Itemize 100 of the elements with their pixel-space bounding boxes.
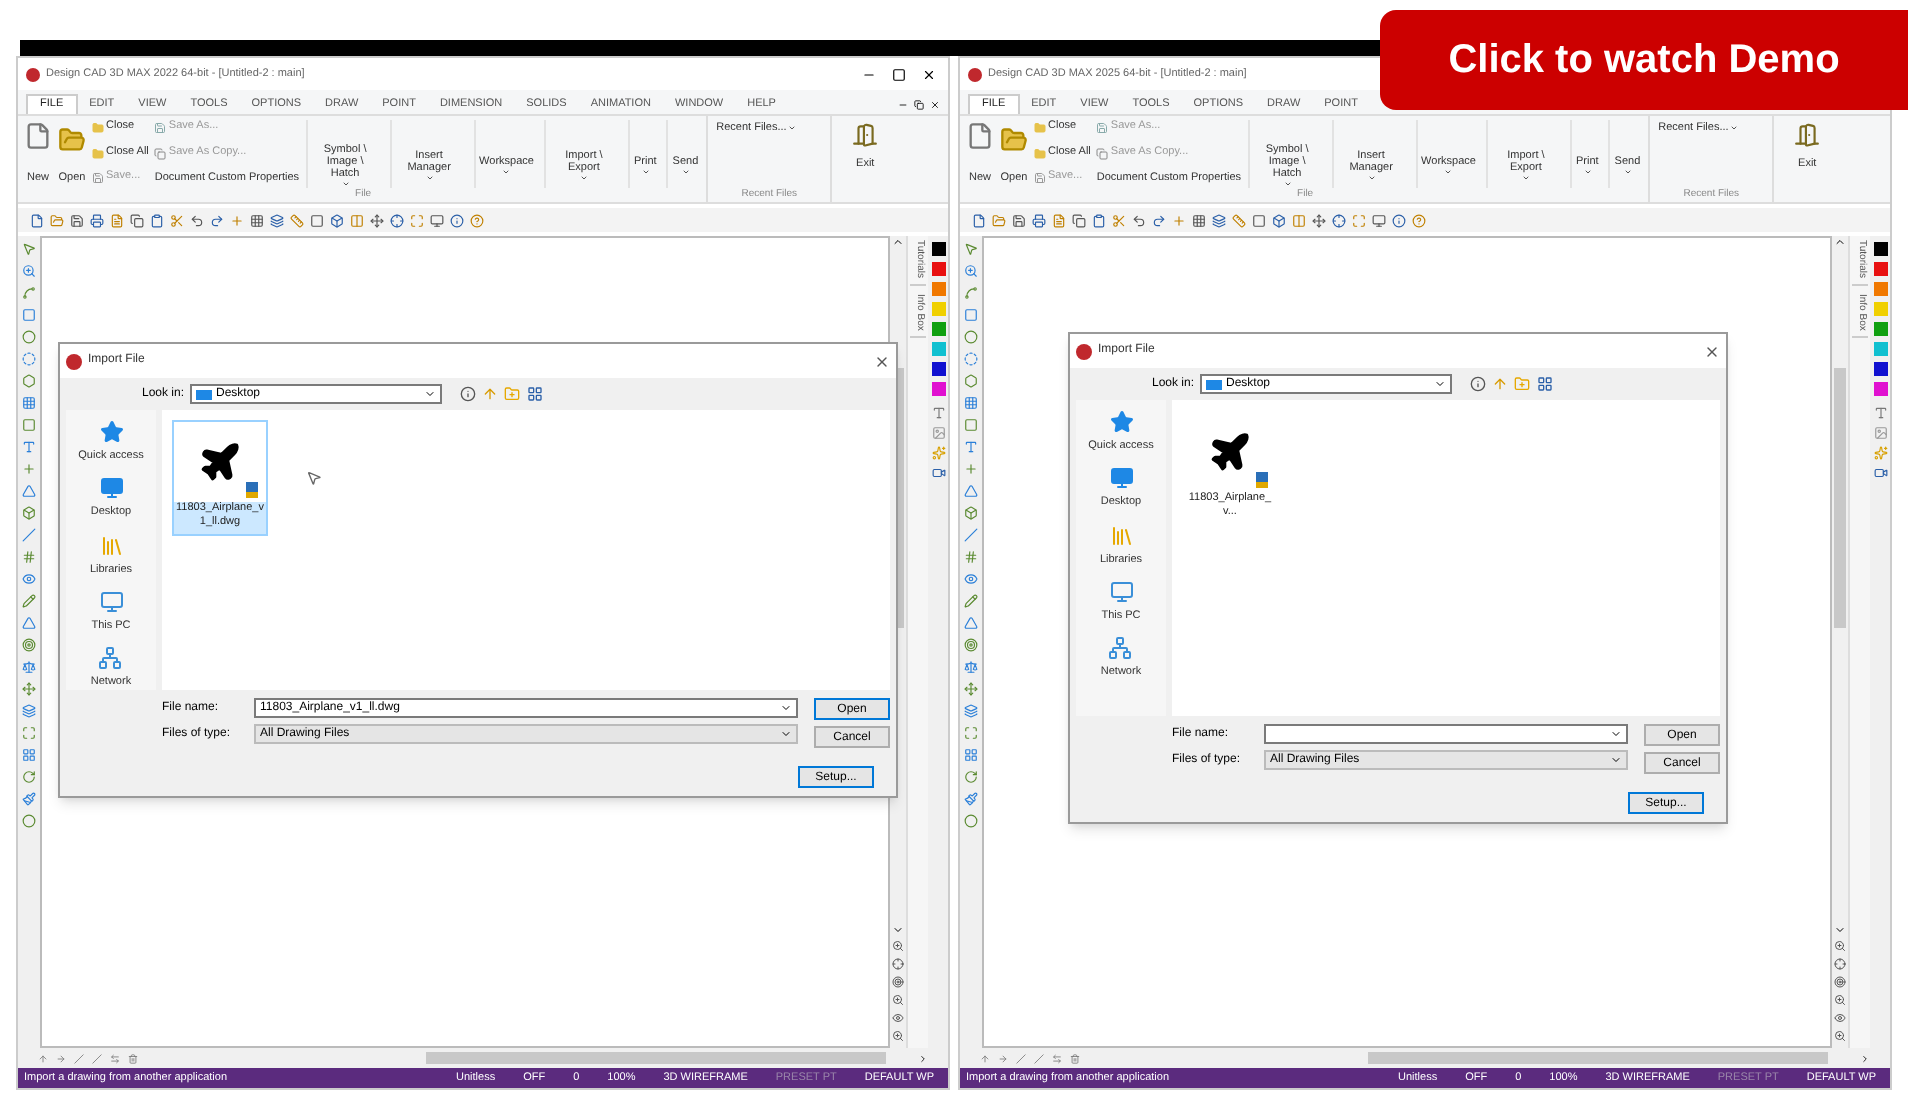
layers-icon[interactable] (1212, 213, 1226, 227)
color-swatch[interactable] (1873, 362, 1887, 376)
color-swatch[interactable] (1873, 322, 1887, 336)
color-swatch[interactable] (1873, 282, 1887, 296)
eye-icon[interactable] (892, 1012, 904, 1024)
zoom-icon[interactable] (892, 940, 904, 952)
copy-icon[interactable] (130, 213, 144, 227)
color-swatch[interactable] (1873, 382, 1887, 396)
vertical-scrollbar[interactable] (1832, 236, 1848, 1048)
view-menu-icon[interactable] (1536, 376, 1554, 392)
grid-icon[interactable] (1192, 213, 1206, 227)
document-icon[interactable] (1052, 213, 1066, 227)
close-icon[interactable] (874, 353, 890, 369)
undo-icon[interactable] (190, 213, 204, 227)
text-style-icon[interactable] (931, 406, 945, 420)
restore-icon[interactable] (914, 100, 924, 110)
color-swatch[interactable] (1873, 342, 1887, 356)
text-style-icon[interactable] (1873, 406, 1887, 420)
curve-icon[interactable] (964, 286, 978, 300)
line-icon[interactable] (74, 1053, 84, 1063)
square-icon[interactable] (22, 418, 36, 432)
plus-icon[interactable] (964, 462, 978, 476)
arrows-icon[interactable] (1052, 1053, 1062, 1063)
printer-icon[interactable] (1032, 213, 1046, 227)
crosshair-icon[interactable] (1332, 213, 1346, 227)
square-icon[interactable] (310, 213, 324, 227)
line-icon[interactable] (92, 1053, 102, 1063)
rotate-icon[interactable] (964, 770, 978, 784)
eye-icon[interactable] (1834, 1012, 1846, 1024)
exit-door-icon[interactable] (852, 122, 879, 148)
plus-icon[interactable] (22, 462, 36, 476)
grid-icon[interactable] (22, 748, 36, 762)
cube-icon[interactable] (330, 213, 344, 227)
clipboard-icon[interactable] (1092, 213, 1106, 227)
pointer-icon[interactable] (22, 242, 36, 256)
new-folder-icon[interactable] (1514, 376, 1530, 392)
line-icon[interactable] (1034, 1053, 1044, 1063)
color-swatch[interactable] (931, 302, 945, 316)
minimize-icon[interactable] (898, 100, 908, 110)
up-folder-icon[interactable] (1492, 376, 1508, 392)
crosshair-icon[interactable] (892, 958, 904, 970)
pencil-icon[interactable] (22, 594, 36, 608)
grid-icon[interactable] (964, 396, 978, 410)
eye-icon[interactable] (22, 572, 36, 586)
triangle-icon[interactable] (964, 616, 978, 630)
help-icon[interactable] (1412, 213, 1426, 227)
color-swatch[interactable] (1873, 242, 1887, 256)
layers-icon[interactable] (270, 213, 284, 227)
color-swatch[interactable] (1873, 302, 1887, 316)
triangle-icon[interactable] (22, 616, 36, 630)
curve-icon[interactable] (22, 286, 36, 300)
scroll-down-icon[interactable] (892, 924, 904, 936)
square-icon[interactable] (1252, 213, 1266, 227)
exit-door-icon[interactable] (1794, 122, 1821, 148)
line-icon[interactable] (22, 528, 36, 542)
crosshair-icon[interactable] (390, 213, 404, 227)
help-icon[interactable] (470, 213, 484, 227)
zoom-icon[interactable] (22, 264, 36, 278)
color-swatch[interactable] (1873, 262, 1887, 276)
hexagon-icon[interactable] (964, 374, 978, 388)
cube-icon[interactable] (1272, 213, 1286, 227)
circle-icon[interactable] (964, 814, 978, 828)
target-icon[interactable] (22, 638, 36, 652)
columns-icon[interactable] (1292, 213, 1306, 227)
open-folder-icon[interactable] (1000, 126, 1028, 154)
grid-icon[interactable] (250, 213, 264, 227)
zoom-icon[interactable] (964, 264, 978, 278)
maximize-icon[interactable] (892, 67, 906, 81)
file-name-field[interactable] (1264, 724, 1628, 744)
square-icon[interactable] (964, 308, 978, 322)
rotate-icon[interactable] (22, 770, 36, 784)
new-file-icon[interactable] (966, 120, 994, 152)
columns-icon[interactable] (350, 213, 364, 227)
brush-icon[interactable] (22, 792, 36, 806)
arrow-icon[interactable] (998, 1053, 1008, 1063)
undo-icon[interactable] (1132, 213, 1146, 227)
redo-icon[interactable] (210, 213, 224, 227)
hexagon-icon[interactable] (22, 374, 36, 388)
hash-icon[interactable] (964, 550, 978, 564)
scroll-down-icon[interactable] (1834, 924, 1846, 936)
target-icon[interactable] (1834, 976, 1846, 988)
arrows-icon[interactable] (110, 1053, 120, 1063)
square-icon[interactable] (964, 418, 978, 432)
zoom-icon[interactable] (892, 1030, 904, 1042)
new-file-icon[interactable] (24, 120, 52, 152)
move-icon[interactable] (22, 682, 36, 696)
save-icon[interactable] (70, 213, 84, 227)
dashed-circle-icon[interactable] (964, 352, 978, 366)
arrow-icon[interactable] (56, 1053, 66, 1063)
file-icon[interactable] (30, 213, 44, 227)
scale-icon[interactable] (964, 660, 978, 674)
move-icon[interactable] (1312, 213, 1326, 227)
camera-icon[interactable] (1873, 466, 1887, 480)
line-icon[interactable] (964, 528, 978, 542)
color-swatch[interactable] (931, 342, 945, 356)
up-folder-icon[interactable] (482, 386, 498, 402)
info-icon[interactable] (450, 213, 464, 227)
cube-icon[interactable] (964, 506, 978, 520)
save-icon[interactable] (1012, 213, 1026, 227)
target-icon[interactable] (892, 976, 904, 988)
